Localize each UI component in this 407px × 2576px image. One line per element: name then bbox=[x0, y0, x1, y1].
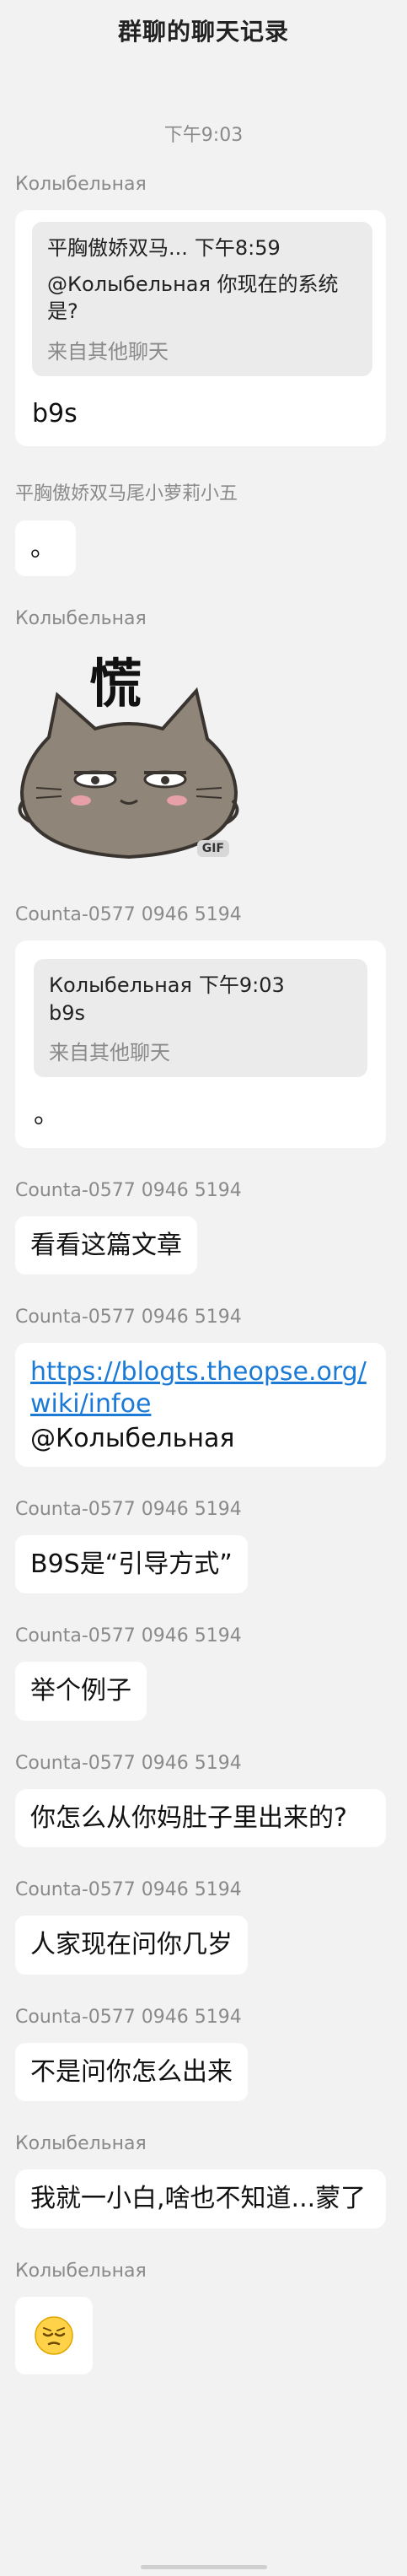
sender-name: Counta-0577 0946 5194 bbox=[15, 1752, 242, 1774]
quote-text: @Колыбельная 你现在的系统是? bbox=[47, 272, 339, 324]
message: Counta-0577 0946 5194 B9S是“引导方式” bbox=[0, 1499, 407, 1594]
message-bubble[interactable]: 看看这篇文章 bbox=[15, 1215, 197, 1275]
message-bubble[interactable] bbox=[15, 2296, 93, 2374]
message-bubble[interactable]: 我就一小白,啥也不知道...蒙了 bbox=[15, 2169, 386, 2228]
message-bubble[interactable]: 举个例子 bbox=[15, 1662, 147, 1721]
message-text: 举个例子 bbox=[30, 1676, 131, 1706]
message-text: 你怎么从你妈肚子里出来的? bbox=[30, 1803, 347, 1833]
mention[interactable]: @Колыбельная bbox=[30, 1423, 369, 1455]
message: Колыбельная 平胸傲娇双马... 下午8:59 @Колыбельна… bbox=[0, 174, 407, 447]
cat-sticker[interactable]: 慌 GIF bbox=[15, 644, 243, 872]
message: 平胸傲娇双马尾小萝莉小五 。 bbox=[0, 478, 407, 576]
message-bubble[interactable]: 。 bbox=[15, 520, 76, 576]
sender-name: Counta-0577 0946 5194 bbox=[15, 2006, 242, 2028]
pensive-face-icon bbox=[35, 2315, 73, 2355]
sender-name: 平胸傲娇双马尾小萝莉小五 bbox=[15, 483, 238, 505]
message: Колыбельная 慌 GIF bbox=[0, 608, 407, 872]
sender-name: Колыбельная bbox=[15, 2133, 147, 2155]
sender-name: Counta-0577 0946 5194 bbox=[15, 1879, 242, 1901]
message: Counta-0577 0946 5194 Колыбельная 下午9:03… bbox=[0, 904, 407, 1148]
sender-name: Колыбельная bbox=[15, 2260, 147, 2282]
message-text: 我就一小白,啥也不知道...蒙了 bbox=[30, 2184, 367, 2214]
article-link[interactable]: https://blogts.theopse.org/wiki/infoe bbox=[30, 1356, 369, 1420]
page-title: 群聊的聊天记录 bbox=[117, 18, 289, 46]
quote-time: 下午8:59 bbox=[194, 236, 281, 260]
message-text: 。 bbox=[34, 1100, 59, 1130]
message-bubble[interactable]: Колыбельная 下午9:03 b9s 来自其他聊天 。 bbox=[15, 940, 386, 1148]
message: Counta-0577 0946 5194 你怎么从你妈肚子里出来的? bbox=[0, 1753, 407, 1848]
message: Counta-0577 0946 5194 人家现在问你几岁 bbox=[0, 1879, 407, 1975]
message-text: b9s bbox=[32, 398, 78, 428]
sticker-caption: 慌 bbox=[89, 652, 142, 714]
message-text: 。 bbox=[30, 533, 56, 563]
message-bubble[interactable]: 人家现在问你几岁 bbox=[15, 1916, 248, 1975]
sender-name: Колыбельная bbox=[15, 607, 147, 629]
quote-author: 平胸傲娇双马... bbox=[47, 236, 188, 260]
time-divider: 下午9:03 bbox=[163, 125, 244, 146]
sender-name: Колыбельная bbox=[15, 174, 147, 195]
header: 群聊的聊天记录 bbox=[0, 0, 407, 61]
quote-source: 来自其他聊天 bbox=[49, 1041, 170, 1065]
sender-name: Counta-0577 0946 5194 bbox=[15, 1625, 242, 1647]
sender-name: Counta-0577 0946 5194 bbox=[15, 1307, 242, 1328]
message-bubble[interactable]: 平胸傲娇双马... 下午8:59 @Колыбельная 你现在的系统是? 来… bbox=[15, 210, 386, 447]
sender-name: Counta-0577 0946 5194 bbox=[15, 1179, 242, 1201]
quoted-message[interactable]: Колыбельная 下午9:03 b9s 来自其他聊天 bbox=[34, 958, 367, 1078]
message: Колыбельная bbox=[0, 2261, 407, 2374]
message: Counta-0577 0946 5194 https://blogts.the… bbox=[0, 1307, 407, 1467]
message-text: 不是问你怎么出来 bbox=[30, 2056, 233, 2087]
message-bubble[interactable]: 不是问你怎么出来 bbox=[15, 2042, 248, 2102]
quote-time: 下午9:03 bbox=[198, 973, 285, 997]
quote-text: b9s bbox=[49, 1000, 86, 1025]
message-bubble[interactable]: 你怎么从你妈肚子里出来的? bbox=[15, 1788, 386, 1848]
message-bubble[interactable]: B9S是“引导方式” bbox=[15, 1534, 248, 1594]
message-text: B9S是“引导方式” bbox=[30, 1549, 233, 1579]
message: Counta-0577 0946 5194 看看这篇文章 bbox=[0, 1180, 407, 1275]
message: Колыбельная 我就一小白,啥也不知道...蒙了 bbox=[0, 2133, 407, 2228]
quote-author: Колыбельная bbox=[49, 973, 192, 997]
message: Counta-0577 0946 5194 不是问你怎么出来 bbox=[0, 2007, 407, 2102]
message-bubble[interactable]: https://blogts.theopse.org/wiki/infoe @К… bbox=[15, 1343, 386, 1467]
quoted-message[interactable]: 平胸傲娇双马... 下午8:59 @Колыбельная 你现在的系统是? 来… bbox=[32, 222, 372, 376]
message: Counta-0577 0946 5194 举个例子 bbox=[0, 1625, 407, 1721]
message-text: 看看这篇文章 bbox=[30, 1230, 182, 1260]
sender-name: Counta-0577 0946 5194 bbox=[15, 903, 242, 925]
gif-badge: GIF bbox=[196, 839, 229, 857]
message-text: 人家现在问你几岁 bbox=[30, 1930, 233, 1960]
sender-name: Counta-0577 0946 5194 bbox=[15, 1498, 242, 1520]
quote-source: 来自其他聊天 bbox=[47, 339, 169, 364]
home-indicator[interactable] bbox=[140, 2565, 267, 2569]
